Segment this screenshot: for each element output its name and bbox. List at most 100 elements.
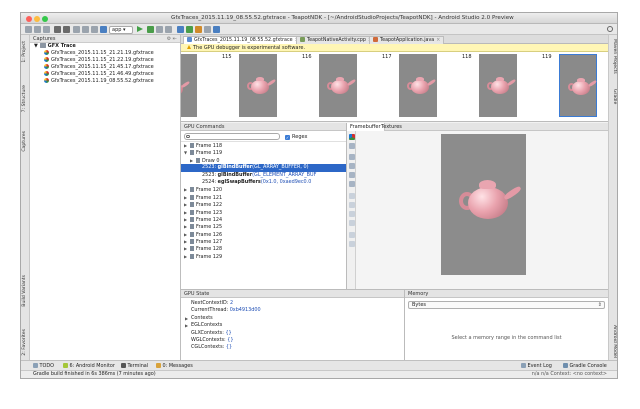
capture-file-item[interactable]: GfxTraces_2015.11.15_21.45.17.gfxtrace bbox=[30, 64, 180, 71]
frame-thumbnail[interactable]: 115 bbox=[221, 53, 301, 120]
undo-icon[interactable] bbox=[54, 26, 61, 33]
capture-tree-root[interactable]: ▼ GFX Trace bbox=[30, 43, 180, 50]
rotate-icon[interactable] bbox=[348, 211, 355, 217]
editor-tab-gfxtrace[interactable]: GfxTraces_2015.11.19_08.55.52.gfxtrace× bbox=[183, 36, 303, 44]
find-icon[interactable] bbox=[100, 26, 107, 33]
wireframe-icon[interactable] bbox=[348, 143, 355, 149]
capture-file-item[interactable]: GfxTraces_2015.11.15_21.21.19.gfxtrace bbox=[30, 50, 180, 57]
reset-view-icon[interactable] bbox=[348, 220, 355, 226]
tool-tab-maven-projects[interactable]: Maven Projects bbox=[610, 39, 617, 74]
frame-thumbnail-selected[interactable]: 119 bbox=[541, 53, 608, 120]
fit-to-window-icon[interactable] bbox=[348, 154, 355, 160]
tool-tab-terminal[interactable]: Terminal bbox=[121, 363, 148, 369]
state-key: WGLContexts: bbox=[191, 336, 226, 343]
frame-row[interactable]: ▶ Draw 0 bbox=[181, 157, 346, 164]
command-row[interactable]: 2524: eglSwapBuffers(0x1.0, 0xaed9ec0.0 bbox=[181, 179, 346, 186]
frame-row[interactable]: ▶ Frame 123 bbox=[181, 209, 346, 216]
zoom-window-button[interactable] bbox=[42, 15, 48, 22]
frame-number: 119 bbox=[542, 54, 552, 60]
expand-arrow-icon[interactable]: ▶ bbox=[185, 322, 188, 329]
project-structure-icon[interactable] bbox=[204, 26, 211, 33]
help-icon[interactable] bbox=[213, 26, 220, 33]
command-row[interactable]: 2523: glBindBuffer(GL_ARRAY_BUFFER, 0) bbox=[181, 164, 346, 172]
stop-icon[interactable] bbox=[165, 26, 172, 33]
frame-row[interactable]: ▶ Frame 127 bbox=[181, 238, 346, 245]
capture-file-item[interactable]: GfxTraces_2015.11.19_08.55.52.gfxtrace bbox=[30, 78, 180, 85]
expand-arrow-icon[interactable]: ▶ bbox=[185, 315, 188, 322]
editor-tab-java[interactable]: TeapotApplication.java × bbox=[369, 36, 445, 44]
frame-row[interactable]: ▶ Frame 128 bbox=[181, 245, 346, 252]
paste-icon[interactable] bbox=[91, 26, 98, 33]
framebuffer-view[interactable] bbox=[356, 131, 608, 289]
redo-icon[interactable] bbox=[63, 26, 70, 33]
state-row[interactable]: ▶ EGLContexts bbox=[181, 322, 404, 329]
frame-row[interactable]: ▶ Frame 121 bbox=[181, 194, 346, 201]
close-window-button[interactable] bbox=[26, 15, 32, 22]
tool-tab-build-variants[interactable]: Build Variants bbox=[22, 275, 29, 307]
sync-icon[interactable] bbox=[43, 26, 50, 33]
copy-icon[interactable] bbox=[82, 26, 89, 33]
frame-row[interactable]: ▶ Frame 125 bbox=[181, 223, 346, 230]
zoom-in-icon[interactable] bbox=[348, 172, 355, 178]
terminal-icon bbox=[121, 363, 126, 368]
actual-size-icon[interactable] bbox=[348, 163, 355, 169]
flip-vertical-icon[interactable] bbox=[348, 193, 355, 199]
sdk-manager-icon[interactable] bbox=[177, 26, 184, 33]
background-icon[interactable] bbox=[348, 232, 355, 238]
tool-tab-favorites[interactable]: 2: Favorites bbox=[22, 329, 29, 356]
cpp-file-icon bbox=[300, 37, 305, 42]
capture-file-item[interactable]: GfxTraces_2015.11.15_21.22.19.gfxtrace bbox=[30, 57, 180, 64]
debug-icon[interactable] bbox=[147, 26, 154, 33]
memory-format-select[interactable]: Bytes ⇕ bbox=[408, 301, 605, 309]
tool-tab-event-log[interactable]: Event Log bbox=[521, 363, 552, 369]
tool-tab-messages[interactable]: 0: Messages bbox=[156, 363, 193, 369]
checkerboard-icon[interactable] bbox=[348, 241, 355, 247]
frame-row[interactable]: ▶ Frame 124 bbox=[181, 216, 346, 223]
frame-thumbnail[interactable]: 116 bbox=[301, 53, 381, 120]
capture-file-item[interactable]: GfxTraces_2015.11.15_21.46.49.gfxtrace bbox=[30, 71, 180, 78]
frame-row[interactable]: ▶ Frame 120 bbox=[181, 186, 346, 193]
panel-settings-icon[interactable]: ⚙ ⇤ bbox=[167, 35, 177, 43]
state-row[interactable]: ▶ Contexts bbox=[181, 315, 404, 322]
frame-thumbnail[interactable] bbox=[181, 53, 221, 120]
tool-tab-gradle-console[interactable]: Gradle Console bbox=[563, 363, 607, 369]
android-device-monitor-icon[interactable] bbox=[195, 26, 202, 33]
frame-thumbnail[interactable]: 117 bbox=[381, 53, 461, 120]
frame-thumbnail[interactable]: 118 bbox=[461, 53, 541, 120]
save-icon[interactable] bbox=[34, 26, 41, 33]
run-icon[interactable] bbox=[137, 26, 143, 32]
search-everywhere-icon[interactable] bbox=[607, 26, 613, 32]
attach-debugger-icon[interactable] bbox=[156, 26, 163, 33]
open-folder-icon[interactable] bbox=[25, 26, 32, 33]
close-tab-icon[interactable]: × bbox=[436, 38, 440, 43]
tool-tab-project[interactable]: 1: Project bbox=[22, 41, 29, 63]
flip-horizontal-icon[interactable] bbox=[348, 202, 355, 208]
run-config-selector[interactable]: app ▾ bbox=[109, 25, 133, 34]
state-value: 0xb4913d00 bbox=[229, 307, 261, 314]
status-message[interactable]: Gradle build finished in 6s 386ms (7 min… bbox=[33, 371, 156, 378]
tool-tab-android-model[interactable]: Android Model bbox=[610, 325, 617, 358]
editor-tab-cpp[interactable]: TeapotNativeActivity.cpp× bbox=[296, 36, 376, 44]
tool-tab-structure[interactable]: 7: Structure bbox=[22, 85, 29, 112]
zoom-out-icon[interactable] bbox=[348, 181, 355, 187]
command-filter-input[interactable] bbox=[184, 133, 280, 140]
frame-row[interactable]: ▶ Frame 126 bbox=[181, 231, 346, 238]
frame-row[interactable]: ▶ Frame 129 bbox=[181, 253, 346, 260]
tool-tab-todo[interactable]: TODO bbox=[33, 363, 54, 369]
command-row[interactable]: 2523: glBindBuffer(GL_ELEMENT_ARRAY_BUF bbox=[181, 172, 346, 179]
main-toolbar: app ▾ bbox=[21, 24, 617, 35]
avd-manager-icon[interactable] bbox=[186, 26, 193, 33]
minimize-window-button[interactable] bbox=[34, 15, 40, 22]
frame-row[interactable]: ▶ Frame 122 bbox=[181, 201, 346, 208]
tool-tab-gradle[interactable]: Gradle bbox=[610, 89, 617, 104]
tab-textures[interactable]: Textures bbox=[378, 123, 405, 131]
frame-row[interactable]: ▼ Frame 119 bbox=[181, 149, 346, 156]
cut-icon[interactable] bbox=[73, 26, 80, 33]
command-id: 2523: bbox=[202, 164, 217, 171]
frame-row[interactable]: ▶ Frame 118 bbox=[181, 142, 346, 149]
color-buffer-icon[interactable] bbox=[348, 134, 355, 140]
tool-tab-captures[interactable]: Captures bbox=[22, 131, 29, 152]
regex-checkbox[interactable]: ✓ Regex bbox=[285, 134, 307, 140]
frame-image bbox=[239, 54, 277, 117]
tool-tab-android-monitor[interactable]: 6: Android Monitor bbox=[63, 363, 115, 369]
